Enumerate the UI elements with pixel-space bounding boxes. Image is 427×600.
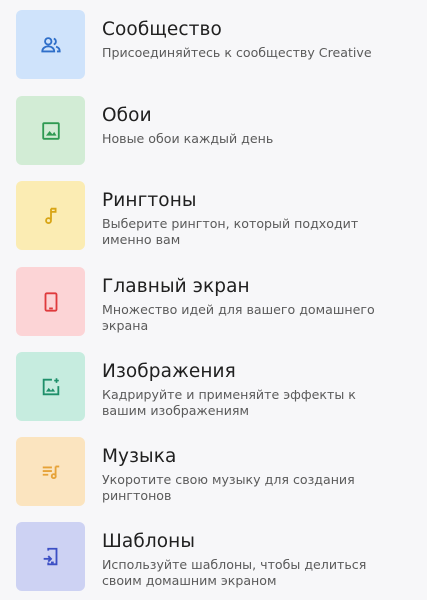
people-icon xyxy=(40,36,61,52)
item-title: Обои xyxy=(102,105,152,126)
item-description: Выберите рингтон, который подходит именн… xyxy=(102,216,359,247)
item-description: Множество идей для вашего домашнего экра… xyxy=(102,302,375,333)
list-item-home-screen[interactable]: Главный экран Множество идей для вашего … xyxy=(0,267,427,347)
wallpapers-tile xyxy=(16,96,85,165)
image-effects-icon xyxy=(42,377,59,395)
item-description: Используйте шаблоны, чтобы делиться свои… xyxy=(102,557,367,588)
item-title: Сообщество xyxy=(102,19,222,40)
item-description: Кадрируйте и применяйте эффекты к вашим … xyxy=(102,387,356,418)
image-icon xyxy=(41,121,60,140)
item-title: Изображения xyxy=(102,361,236,382)
music-list-icon xyxy=(42,465,59,479)
list-item-wallpapers[interactable]: Обои Новые обои каждый день xyxy=(0,96,427,176)
phone-icon xyxy=(44,291,57,312)
images-tile xyxy=(16,352,85,421)
settings-list: Сообщество Присоединяйтесь к сообществу … xyxy=(0,0,427,600)
item-description: Укоротите свою музыку для создания рингт… xyxy=(102,472,355,503)
item-title: Главный экран xyxy=(102,276,250,297)
music-tile xyxy=(16,437,85,506)
template-icon xyxy=(43,547,57,565)
list-item-images[interactable]: Изображения Кадрируйте и применяйте эффе… xyxy=(0,352,427,432)
list-item-ringtones[interactable]: Рингтоны Выберите рингтон, который подхо… xyxy=(0,181,427,261)
item-description: Новые обои каждый день xyxy=(102,131,274,146)
list-item-music[interactable]: Музыка Укоротите свою музыку для создани… xyxy=(0,437,427,517)
item-description: Присоединяйтесь к сообществу Creative xyxy=(102,45,372,60)
community-tile xyxy=(16,10,85,79)
music-note-icon xyxy=(44,207,56,224)
ringtones-tile xyxy=(16,181,85,250)
home-screen-tile xyxy=(16,267,85,336)
item-title: Рингтоны xyxy=(102,190,197,211)
item-title: Музыка xyxy=(102,446,177,467)
templates-tile xyxy=(16,522,85,591)
list-item-community[interactable]: Сообщество Присоединяйтесь к сообществу … xyxy=(0,10,427,90)
item-title: Шаблоны xyxy=(102,531,196,552)
list-item-templates[interactable]: Шаблоны Используйте шаблоны, чтобы делит… xyxy=(0,522,427,600)
